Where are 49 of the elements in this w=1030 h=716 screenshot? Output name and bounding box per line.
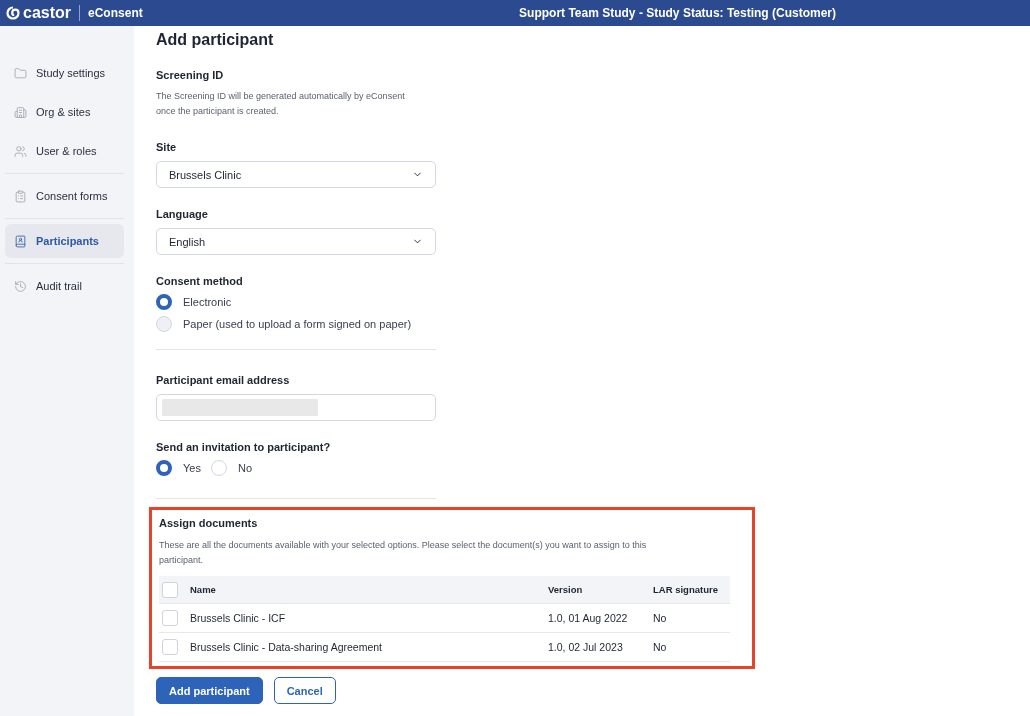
- help-text: The Screening ID will be generated automatically by eConsent once the participant is created.: [156, 90, 406, 118]
- field-label: Participant email address: [156, 374, 291, 386]
- sidebar-item[interactable]: Study settings: [5, 56, 124, 90]
- clipboard-icon: [14, 189, 27, 203]
- field-label: Send an invitation to participant?: [156, 441, 332, 453]
- field-label: Site: [156, 141, 178, 153]
- table-cell-text: No: [653, 612, 668, 624]
- row-checkbox[interactable]: [162, 639, 178, 655]
- table-cell-text: Brussels Clinic - ICF: [190, 612, 287, 624]
- folder-icon: [14, 66, 27, 80]
- select-all-checkbox[interactable]: [162, 581, 178, 598]
- sidebar-item[interactable]: Org & sites: [5, 95, 124, 129]
- sidebar-item[interactable]: Consent forms: [5, 179, 124, 213]
- email-input-field[interactable]: [156, 394, 436, 421]
- field-label: Screening ID: [156, 69, 225, 81]
- column-header: LAR signature: [653, 584, 719, 595]
- radio-label: Yes: [183, 462, 201, 474]
- sidebar-item[interactable]: Audit trail: [5, 269, 124, 303]
- dropdown-field[interactable]: English: [156, 228, 436, 255]
- field-label: Language: [156, 208, 209, 220]
- users-icon: [14, 144, 27, 158]
- dropdown-field[interactable]: Brussels Clinic: [156, 161, 436, 188]
- radio-label: No: [237, 462, 252, 474]
- castor-logo[interactable]: castor: [6, 4, 72, 22]
- section-title: Assign documents: [159, 517, 259, 529]
- logo-icon: [6, 6, 20, 20]
- table-cell-text: 1.0, 02 Jul 2023: [548, 641, 624, 653]
- history-icon: [14, 279, 27, 293]
- table-cell-text: 1.0, 01 Aug 2022: [548, 612, 629, 624]
- table-cell-text: Brussels Clinic - Data-sharing Agreement: [190, 641, 383, 653]
- radio-label: Paper (used to upload a form signed on paper): [183, 318, 412, 330]
- sidebar-item[interactable]: User & roles: [5, 134, 124, 168]
- field-label: Consent method: [156, 275, 244, 287]
- sidebar-item[interactable]: Participants: [5, 224, 124, 258]
- product-name: eConsent: [88, 6, 143, 20]
- cancel-button[interactable]: Cancel: [273, 677, 336, 704]
- page-title: Add participant: [156, 31, 275, 49]
- add-participant-button[interactable]: Add participant: [156, 677, 263, 704]
- column-header: Name: [190, 584, 217, 595]
- radio-button[interactable]: [156, 460, 172, 476]
- building-icon: [14, 105, 27, 119]
- study-status: Support Team Study - Study Status: Testing (Customer): [519, 6, 836, 20]
- table-cell-text: No: [653, 641, 668, 653]
- radio-label: Electronic: [183, 296, 232, 308]
- row-checkbox[interactable]: [162, 610, 178, 626]
- help-text: These are all the documents available with your selected options. Please select the document(s) you want to assign to this participant.: [159, 539, 648, 567]
- column-header: Version: [548, 584, 584, 595]
- radio-button[interactable]: [156, 294, 172, 310]
- contact-book-icon: [14, 234, 27, 248]
